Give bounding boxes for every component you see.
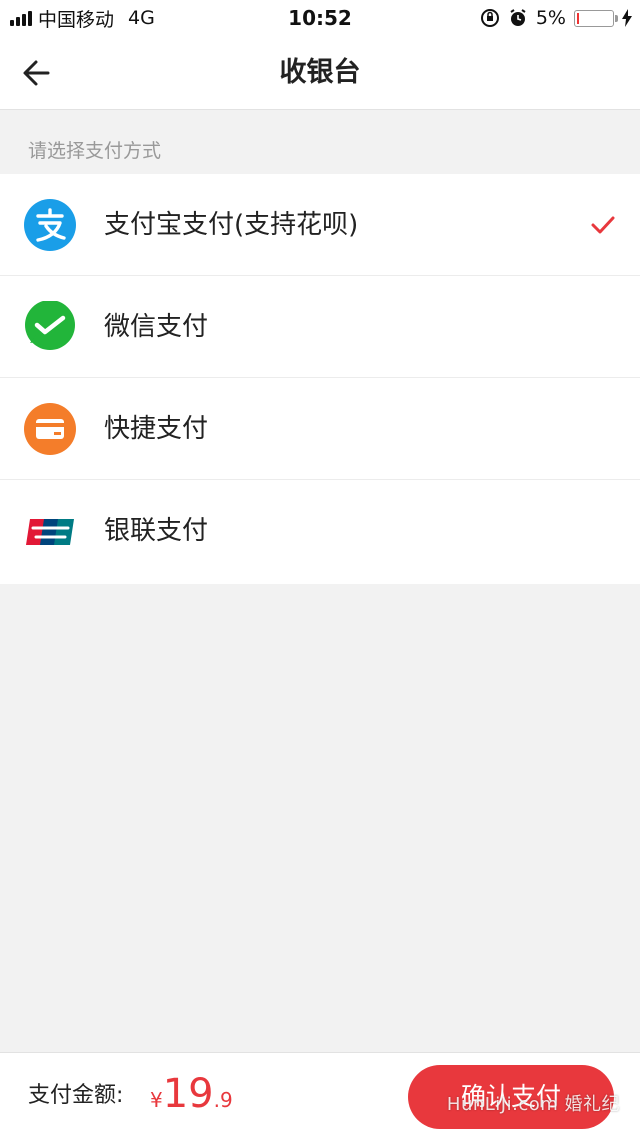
page-title: 收银台 xyxy=(279,57,361,88)
method-label: 微信支付 xyxy=(104,312,209,342)
method-label: 快捷支付 xyxy=(104,414,209,444)
orientation-lock-icon xyxy=(480,9,499,27)
watermark: HunLiJi.com 婚礼纪 xyxy=(446,1094,620,1115)
amount-decimal: .9 xyxy=(213,1088,233,1112)
payment-method-alipay[interactable]: 支付宝支付(支持花呗) xyxy=(0,174,640,276)
payment-method-list: 支付宝支付(支持花呗) 微信支付 快捷支付 银联支付 xyxy=(0,174,640,584)
payment-method-unionpay[interactable]: 银联支付 xyxy=(0,480,640,584)
payment-method-wechat[interactable]: 微信支付 xyxy=(0,276,640,378)
charging-icon xyxy=(622,9,632,27)
network-type: 4G xyxy=(128,7,155,29)
signal-icon xyxy=(10,10,32,26)
alarm-icon xyxy=(510,9,526,26)
battery-percent: 5% xyxy=(535,7,566,29)
check-icon xyxy=(591,216,615,234)
status-left: 中国移动 4G xyxy=(10,0,155,36)
carrier-name: 中国移动 xyxy=(38,8,115,31)
amount-label: 支付金额: xyxy=(28,1083,124,1108)
back-button[interactable] xyxy=(18,53,62,93)
wechat-pay-icon xyxy=(25,301,75,350)
arrow-left-icon xyxy=(23,60,50,86)
amount-integer: 19 xyxy=(162,1071,214,1117)
currency-symbol: ¥ xyxy=(150,1088,163,1112)
status-bar: 中国移动 4G 10:52 5% xyxy=(0,0,640,36)
total-amount: ¥19.9 xyxy=(150,1071,233,1121)
method-label: 银联支付 xyxy=(104,516,209,546)
method-label: 支付宝支付(支持花呗) xyxy=(104,210,359,240)
nav-bar: 收银台 xyxy=(0,36,640,110)
checkout-page: 中国移动 4G 10:52 5% 收银台 请选择支付方式 支付宝支付(支持花呗)… xyxy=(0,0,640,1138)
card-icon xyxy=(24,403,76,455)
status-right: 5% xyxy=(480,0,632,36)
unionpay-icon xyxy=(26,519,74,545)
section-label: 请选择支付方式 xyxy=(28,140,162,162)
alipay-icon xyxy=(24,199,76,251)
payment-method-quickpay[interactable]: 快捷支付 xyxy=(0,378,640,480)
battery-icon xyxy=(574,9,618,27)
